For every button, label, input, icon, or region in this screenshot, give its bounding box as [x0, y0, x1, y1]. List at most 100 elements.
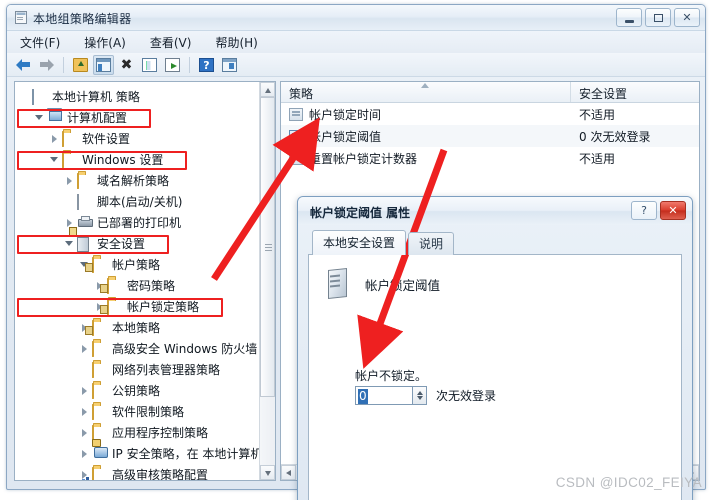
- tab-local-security-setting[interactable]: 本地安全设置: [312, 230, 407, 255]
- menu-action[interactable]: 操作(A): [81, 33, 129, 52]
- expander-collapsed-icon[interactable]: [64, 175, 75, 186]
- policy-tree[interactable]: 本地计算机 策略 计算机配置 软件设置 Windows 设置 域名解析策略脚本(启动/关…: [15, 82, 275, 480]
- tree-node-label: 脚本(启动/关机): [97, 194, 183, 209]
- expander-collapsed-icon[interactable]: [79, 385, 90, 396]
- chevron-left-icon: [286, 470, 291, 476]
- tree-node[interactable]: 域名解析策略: [19, 170, 275, 191]
- tree-node-icon: [77, 193, 93, 210]
- maximize-button[interactable]: [645, 8, 671, 27]
- expander-collapsed-icon[interactable]: [79, 448, 90, 459]
- dialog-body: 本地安全设置 说明 帐户锁定阈值 帐户不锁定。 0 次无效登录: [298, 225, 692, 500]
- expander-collapsed-icon[interactable]: [79, 427, 90, 438]
- column-header-policy[interactable]: 策略: [281, 82, 571, 102]
- expander-open-icon[interactable]: [49, 154, 60, 165]
- watermark: CSDN @IDC02_FEIYA: [555, 475, 702, 490]
- properties-button[interactable]: [139, 55, 160, 75]
- tree-node-icon: [92, 319, 108, 336]
- tab-explain[interactable]: 说明: [408, 232, 455, 255]
- tree-node-label: 公钥策略: [112, 383, 161, 398]
- tree-node-icon: [47, 111, 63, 125]
- tree-node-icon: [77, 237, 93, 251]
- toolbar-separator-2: [189, 56, 190, 73]
- column-header-security-setting[interactable]: 安全设置: [571, 82, 699, 102]
- dialog-controls: ? ✕: [631, 201, 686, 220]
- tree-node[interactable]: IP 安全策略，在 本地计算机: [19, 443, 275, 464]
- lockout-threshold-field-group: 0 次无效登录: [355, 386, 496, 405]
- menu-view[interactable]: 查看(V): [147, 33, 195, 52]
- tree-node[interactable]: 脚本(启动/关机): [19, 191, 275, 212]
- forward-button[interactable]: [36, 55, 57, 75]
- show-hide-console-tree-button[interactable]: [93, 54, 114, 75]
- policy-name-cell: 帐户锁定阈值: [281, 128, 571, 145]
- folder-icon: [62, 130, 64, 147]
- dialog-close-button[interactable]: ✕: [660, 201, 686, 220]
- tree-node-label: IP 安全策略，在 本地计算机: [112, 446, 263, 461]
- folder-up-icon: [73, 57, 88, 72]
- lockout-threshold-stepper[interactable]: [412, 386, 427, 405]
- dialog-tabs: 本地安全设置 说明: [312, 230, 682, 255]
- tree-node[interactable]: 公钥策略: [19, 380, 275, 401]
- tree-node[interactable]: 安全设置: [19, 233, 275, 254]
- policy-icon-selected: [289, 129, 303, 143]
- tree-node[interactable]: 密码策略: [19, 275, 275, 296]
- close-button[interactable]: ✕: [674, 8, 700, 27]
- tree-node[interactable]: 已部署的打印机: [19, 212, 275, 233]
- tree-node-label: 本地策略: [112, 320, 161, 335]
- tree-node[interactable]: 本地策略: [19, 317, 275, 338]
- table-row[interactable]: 帐户锁定时间 不适用: [281, 103, 699, 125]
- grip-icon: [265, 244, 272, 245]
- expander-collapsed-icon[interactable]: [49, 133, 60, 144]
- tree-node[interactable]: 软件设置: [19, 128, 275, 149]
- scroll-up-button[interactable]: [260, 82, 275, 97]
- tree-node[interactable]: Windows 设置: [19, 149, 275, 170]
- action-pane-icon: [222, 57, 237, 72]
- scrollbar-thumb[interactable]: [260, 97, 275, 397]
- scroll-left-button[interactable]: [281, 465, 296, 480]
- menu-file[interactable]: 文件(F): [17, 33, 63, 52]
- delete-button[interactable]: ✖: [116, 55, 137, 75]
- console-tree-icon: [96, 57, 111, 72]
- tree-node[interactable]: 网络列表管理器策略: [19, 359, 275, 380]
- policy-icon: [289, 107, 303, 121]
- tree-node[interactable]: 高级审核策略配置: [19, 464, 275, 481]
- tree-node[interactable]: 帐户锁定策略: [19, 296, 275, 317]
- expander-open-icon[interactable]: [64, 238, 75, 249]
- toolbar-separator-1: [63, 56, 64, 73]
- tree-node[interactable]: 帐户策略: [19, 254, 275, 275]
- tree-node-label: 应用程序控制策略: [112, 425, 209, 440]
- expander-open-icon[interactable]: [34, 112, 45, 123]
- expander-collapsed-icon[interactable]: [79, 343, 90, 354]
- help-button[interactable]: ?: [196, 55, 217, 75]
- export-list-button[interactable]: [162, 55, 183, 75]
- up-one-level-button[interactable]: [70, 55, 91, 75]
- tree-node[interactable]: 计算机配置: [19, 107, 275, 128]
- tree-node[interactable]: 本地计算机 策略: [19, 86, 275, 107]
- lockout-threshold-input[interactable]: 0: [355, 386, 413, 405]
- tree-node-icon: [32, 88, 48, 105]
- menu-help[interactable]: 帮助(H): [212, 33, 260, 52]
- expander-collapsed-icon[interactable]: [79, 406, 90, 417]
- tree-node-label: 软件限制策略: [112, 404, 185, 419]
- minimize-button[interactable]: [616, 8, 642, 27]
- tree-node-icon: [107, 298, 123, 315]
- tree-vertical-scrollbar[interactable]: [259, 82, 275, 480]
- tree-node[interactable]: 高级安全 Windows 防火墙: [19, 338, 275, 359]
- export-icon: [165, 57, 180, 72]
- tree-node-label: 高级审核策略配置: [112, 467, 209, 481]
- tree-node[interactable]: 应用程序控制策略: [19, 422, 275, 443]
- table-row[interactable]: 帐户锁定阈值 0 次无效登录: [281, 125, 699, 147]
- dialog-help-button[interactable]: ?: [631, 201, 657, 220]
- policy-name-cell: 帐户锁定时间: [281, 106, 571, 123]
- screenshot-root: 本地组策略编辑器 ✕ 文件(F) 操作(A) 查看(V) 帮助(H) ✖ ? 本…: [0, 0, 712, 500]
- policy-value-cell: 不适用: [579, 151, 616, 166]
- back-button[interactable]: [13, 55, 34, 75]
- help-question-icon: ?: [199, 57, 214, 72]
- script-icon: [77, 193, 79, 210]
- menu-bar: 文件(F) 操作(A) 查看(V) 帮助(H): [7, 31, 705, 53]
- column-header-policy-label: 策略: [289, 87, 314, 101]
- tree-node[interactable]: 软件限制策略: [19, 401, 275, 422]
- table-row[interactable]: 重置帐户锁定计数器 不适用: [281, 147, 699, 169]
- scroll-down-button[interactable]: [260, 465, 275, 480]
- close-icon: ✕: [682, 11, 692, 24]
- show-action-pane-button[interactable]: [219, 55, 240, 75]
